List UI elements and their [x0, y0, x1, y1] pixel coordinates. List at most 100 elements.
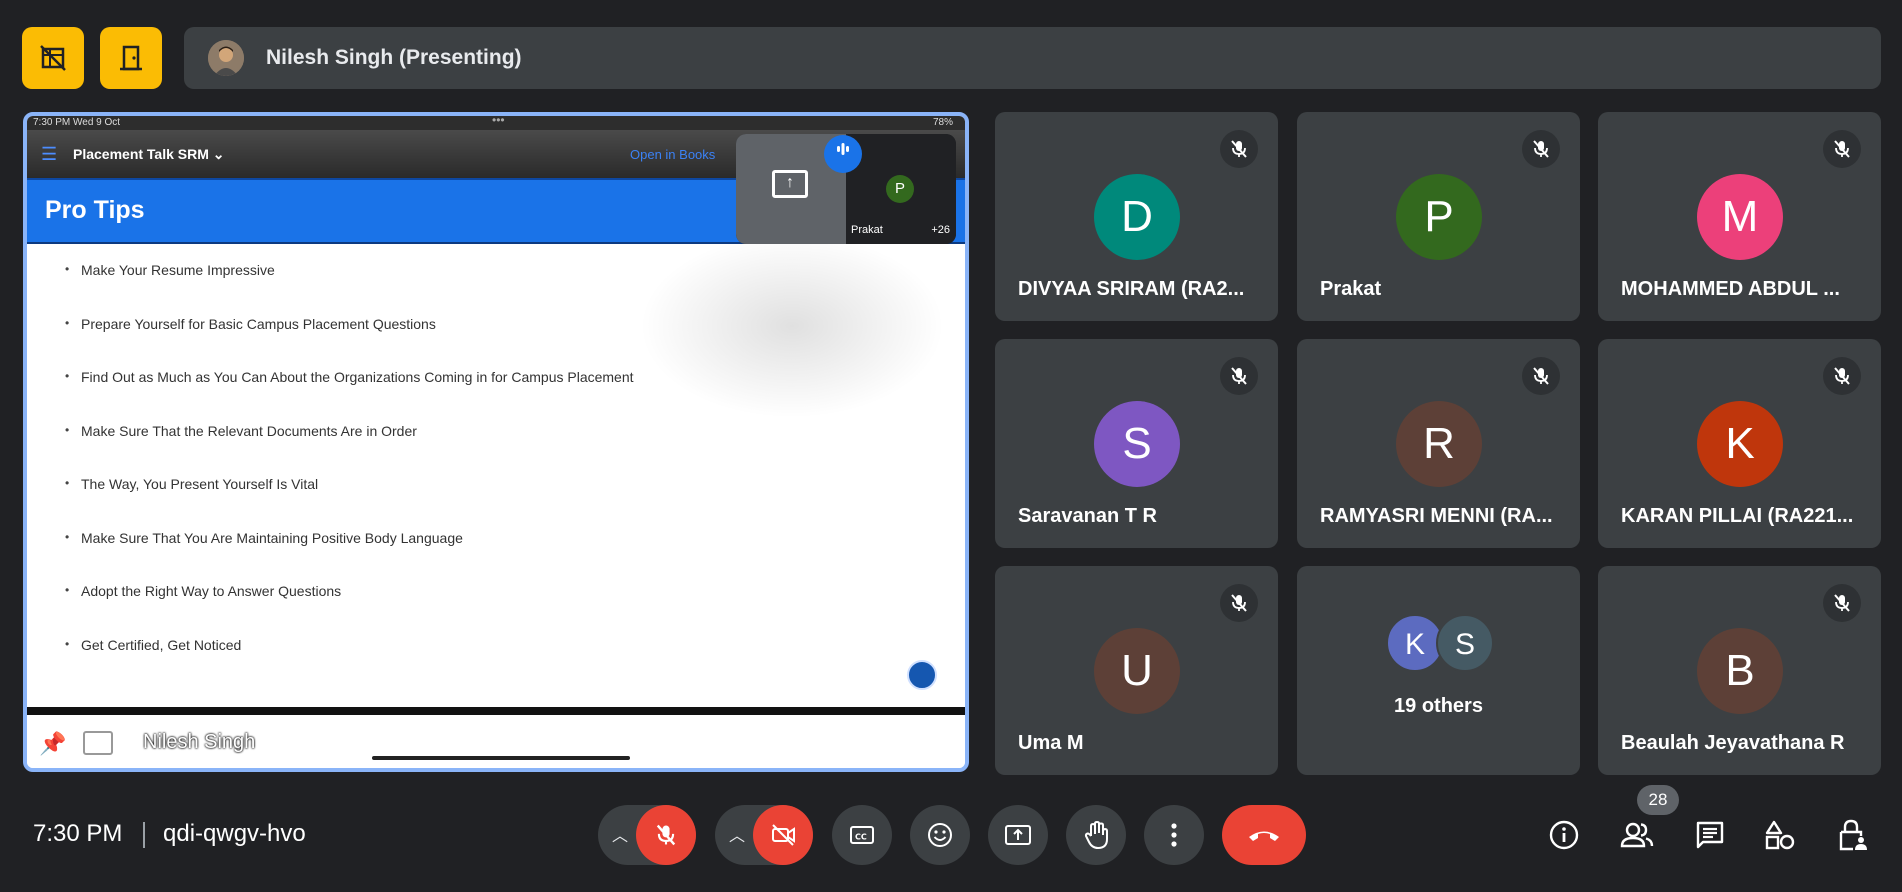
- chat-icon: [1696, 821, 1724, 849]
- mic-off-icon: [1823, 357, 1861, 395]
- mic-toggle-button[interactable]: [636, 805, 696, 865]
- shared-screen: 7:30 PM Wed 9 Oct ••• 78% ☰ Placement Ta…: [23, 112, 969, 772]
- people-icon: [1620, 822, 1654, 848]
- presenter-avatar: [208, 40, 244, 76]
- multitask-dots: •••: [492, 113, 505, 127]
- participant-tile[interactable]: M MOHAMMED ABDUL ...: [1598, 112, 1881, 321]
- participant-name: DIVYAA SRIRAM (RA2...: [1018, 278, 1245, 300]
- present-screen-icon: ↑: [772, 170, 808, 198]
- hide-tiles-button[interactable]: [22, 27, 84, 89]
- pip-avatar: P: [886, 175, 914, 203]
- hand-icon: [1084, 821, 1108, 849]
- presenter-bar: Nilesh Singh (Presenting): [184, 27, 1881, 89]
- participant-count-badge: 28: [1637, 785, 1679, 815]
- camera-toggle-button[interactable]: [753, 805, 813, 865]
- share-footer: 📌 Nilesh Singh: [27, 715, 965, 768]
- avatar: K: [1697, 401, 1783, 487]
- participant-name: RAMYASRI MENNI (RA...: [1320, 505, 1553, 527]
- avatar: S: [1436, 614, 1494, 672]
- list-item: Make Sure That You Are Maintaining Posit…: [65, 530, 634, 584]
- audio-options-chevron-icon[interactable]: ︿: [612, 822, 628, 846]
- participant-tile[interactable]: R RAMYASRI MENNI (RA...: [1297, 339, 1580, 548]
- list-item: Make Sure That the Relevant Documents Ar…: [65, 423, 634, 477]
- participant-tile[interactable]: D DIVYAA SRIRAM (RA2...: [995, 112, 1278, 321]
- mic-off-icon: [1823, 130, 1861, 168]
- mic-off-icon: [1220, 357, 1258, 395]
- pip-window[interactable]: ↑ P Prakat +26: [736, 134, 956, 244]
- tips-list: Make Your Resume Impressive Prepare Your…: [65, 262, 634, 690]
- participant-name: Prakat: [1320, 278, 1382, 300]
- video-options-chevron-icon[interactable]: ︿: [729, 822, 745, 846]
- divider: [27, 707, 965, 715]
- more-options-button[interactable]: [1144, 805, 1204, 865]
- pip-participant-pane: P Prakat +26: [846, 134, 956, 244]
- leave-presentation-button[interactable]: [100, 27, 162, 89]
- activities-button[interactable]: [1760, 815, 1800, 855]
- meeting-clock: 7:30 PM: [33, 820, 123, 847]
- reactions-button[interactable]: [910, 805, 970, 865]
- mic-off-icon: [1220, 130, 1258, 168]
- participant-tile[interactable]: U Uma M: [995, 566, 1278, 775]
- chat-button[interactable]: [1690, 815, 1730, 855]
- present-button[interactable]: [988, 805, 1048, 865]
- share-owner-name: Nilesh Singh: [143, 731, 256, 753]
- avatar: U: [1094, 628, 1180, 714]
- list-item: Make Your Resume Impressive: [65, 262, 634, 316]
- list-icon[interactable]: ☰: [41, 144, 57, 165]
- avatar: M: [1697, 174, 1783, 260]
- info-icon: [1549, 820, 1579, 850]
- avatar: D: [1094, 174, 1180, 260]
- participant-name: Uma M: [1018, 732, 1084, 754]
- participant-name: MOHAMMED ABDUL ...: [1621, 278, 1840, 300]
- home-indicator: [372, 756, 630, 760]
- participant-tile[interactable]: S Saravanan T R: [995, 339, 1278, 548]
- participant-tile[interactable]: P Prakat: [1297, 112, 1580, 321]
- host-controls-button[interactable]: [1833, 815, 1873, 855]
- mic-off-icon: [656, 824, 676, 846]
- present-screen-icon: [1005, 825, 1031, 845]
- door-icon: [120, 45, 142, 71]
- svg-text:CC: CC: [855, 833, 867, 842]
- captions-icon: CC: [850, 826, 874, 844]
- more-vert-icon: [1171, 823, 1177, 847]
- others-tile[interactable]: K S 19 others: [1297, 566, 1580, 775]
- avatar: S: [1094, 401, 1180, 487]
- pip-name: Prakat: [851, 224, 883, 236]
- shapes-icon: [1765, 820, 1795, 850]
- list-item: Prepare Yourself for Basic Campus Placem…: [65, 316, 634, 370]
- no-video-tiles-icon: [40, 45, 66, 71]
- participant-name: KARAN PILLAI (RA221...: [1621, 505, 1854, 527]
- participant-name: Beaulah Jeyavathana R: [1621, 732, 1845, 754]
- lock-person-icon: [1839, 819, 1867, 851]
- emoji-icon: [928, 823, 952, 847]
- captions-button[interactable]: CC: [832, 805, 892, 865]
- participant-tile[interactable]: B Beaulah Jeyavathana R: [1598, 566, 1881, 775]
- book-title-text: Placement Talk SRM: [73, 146, 209, 162]
- section-title: Pro Tips: [45, 196, 145, 224]
- assistive-touch-icon[interactable]: [907, 660, 937, 690]
- meeting-details-button[interactable]: [1544, 815, 1584, 855]
- battery-level: 78%: [932, 117, 953, 128]
- ipad-status-bar: 7:30 PM Wed 9 Oct ••• 78%: [27, 116, 965, 130]
- presenter-label: Nilesh Singh (Presenting): [266, 46, 522, 69]
- list-item: Find Out as Much as You Can About the Or…: [65, 369, 634, 423]
- book-title[interactable]: Placement Talk SRM ⌄: [73, 146, 225, 163]
- mic-off-icon: [1522, 130, 1560, 168]
- participant-name: Saravanan T R: [1018, 505, 1157, 527]
- participant-tile[interactable]: K KARAN PILLAI (RA221...: [1598, 339, 1881, 548]
- speaking-indicator-icon: [824, 135, 862, 173]
- camera-off-icon: [772, 824, 795, 846]
- raise-hand-button[interactable]: [1066, 805, 1126, 865]
- meeting-code: qdi-qwgv-hvo: [163, 820, 306, 847]
- others-label: 19 others: [1394, 695, 1483, 717]
- pin-icon[interactable]: 📌: [39, 731, 66, 757]
- mic-off-icon: [1220, 584, 1258, 622]
- call-end-icon: [1249, 831, 1279, 841]
- leave-call-button[interactable]: [1222, 805, 1306, 865]
- frame-icon[interactable]: [83, 731, 113, 755]
- pip-extra-count: +26: [931, 224, 950, 236]
- status-time: 7:30 PM Wed 9 Oct: [33, 117, 121, 128]
- avatar: P: [1396, 174, 1482, 260]
- people-button[interactable]: [1617, 815, 1657, 855]
- open-in-books-link[interactable]: Open in Books: [630, 147, 715, 162]
